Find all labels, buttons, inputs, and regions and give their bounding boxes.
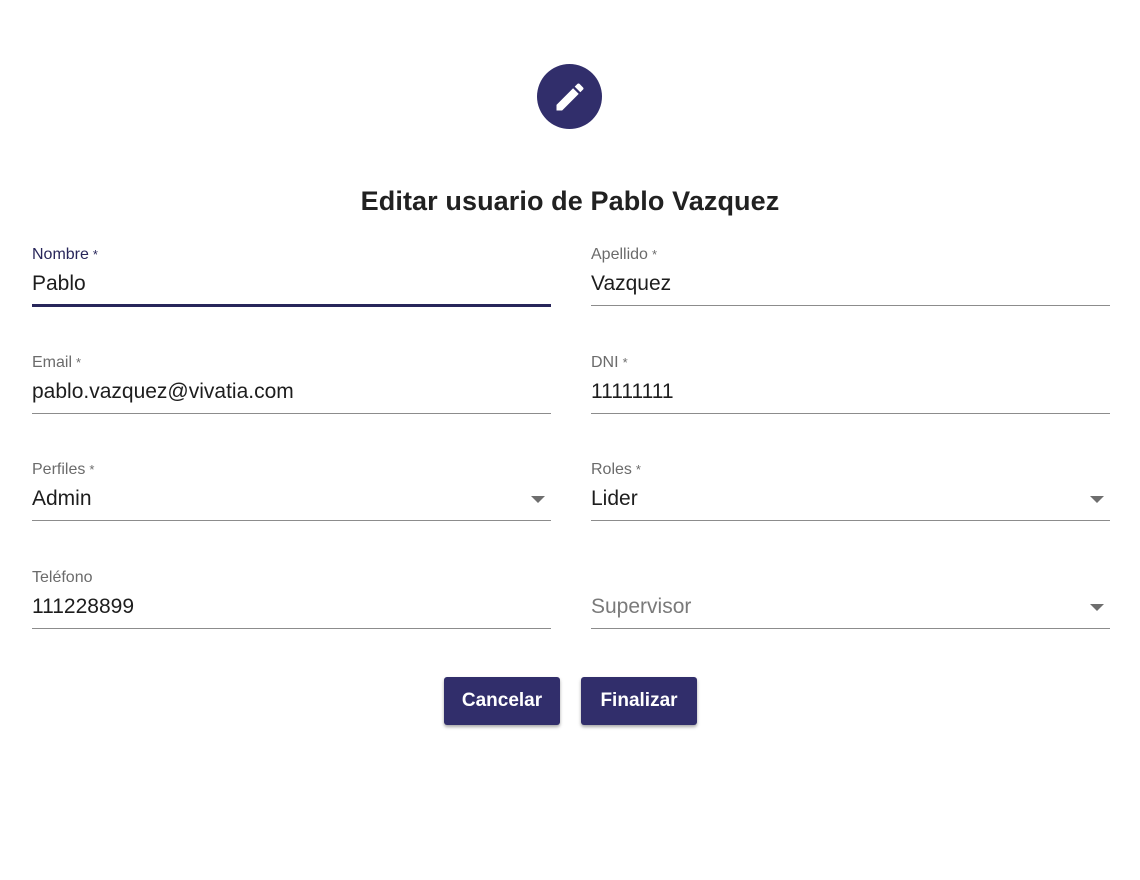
pencil-icon — [552, 79, 588, 115]
nombre-underline — [32, 304, 551, 307]
telefono-label: Teléfono — [32, 569, 93, 586]
perfiles-label: Perfiles * — [32, 461, 95, 478]
telefono-field[interactable]: Teléfono 111228899 — [32, 569, 551, 631]
page-title: Editar usuario de Pablo Vazquez — [360, 186, 780, 216]
email-field[interactable]: Email * pablo.vazquez@vivatia.com — [32, 354, 551, 416]
perfiles-select[interactable]: Perfiles * Admin — [32, 461, 551, 523]
dni-underline — [591, 413, 1110, 414]
email-underline — [32, 413, 551, 414]
telefono-input[interactable]: 111228899 — [32, 595, 134, 619]
apellido-label: Apellido * — [591, 246, 657, 263]
chevron-down-icon[interactable] — [531, 496, 545, 503]
dni-label: DNI * — [591, 354, 628, 371]
apellido-underline — [591, 305, 1110, 306]
supervisor-select[interactable]: Supervisor — [591, 569, 1110, 631]
roles-underline — [591, 520, 1110, 521]
nombre-label: Nombre * — [32, 246, 98, 263]
email-label: Email * — [32, 354, 82, 371]
dni-input[interactable]: 11111111 — [591, 380, 674, 404]
roles-label: Roles * — [591, 461, 641, 478]
supervisor-underline — [591, 628, 1110, 629]
apellido-input[interactable]: Vazquez — [591, 272, 671, 296]
edit-avatar — [537, 64, 602, 129]
perfiles-selected-value[interactable]: Admin — [32, 487, 92, 511]
nombre-field[interactable]: Nombre * Pablo — [32, 246, 551, 308]
apellido-field[interactable]: Apellido * Vazquez — [591, 246, 1110, 308]
dni-field[interactable]: DNI * 11111111 — [591, 354, 1110, 416]
finish-button[interactable]: Finalizar — [581, 677, 697, 725]
supervisor-placeholder[interactable]: Supervisor — [591, 595, 691, 619]
roles-select[interactable]: Roles * Lider — [591, 461, 1110, 523]
roles-selected-value[interactable]: Lider — [591, 487, 638, 511]
edit-user-page: Editar usuario de Pablo Vazquez Nombre * … — [0, 0, 1140, 880]
chevron-down-icon[interactable] — [1090, 604, 1104, 611]
email-input[interactable]: pablo.vazquez@vivatia.com — [32, 380, 294, 404]
telefono-underline — [32, 628, 551, 629]
chevron-down-icon[interactable] — [1090, 496, 1104, 503]
nombre-input[interactable]: Pablo — [32, 272, 86, 296]
perfiles-underline — [32, 520, 551, 521]
cancel-button[interactable]: Cancelar — [444, 677, 560, 725]
